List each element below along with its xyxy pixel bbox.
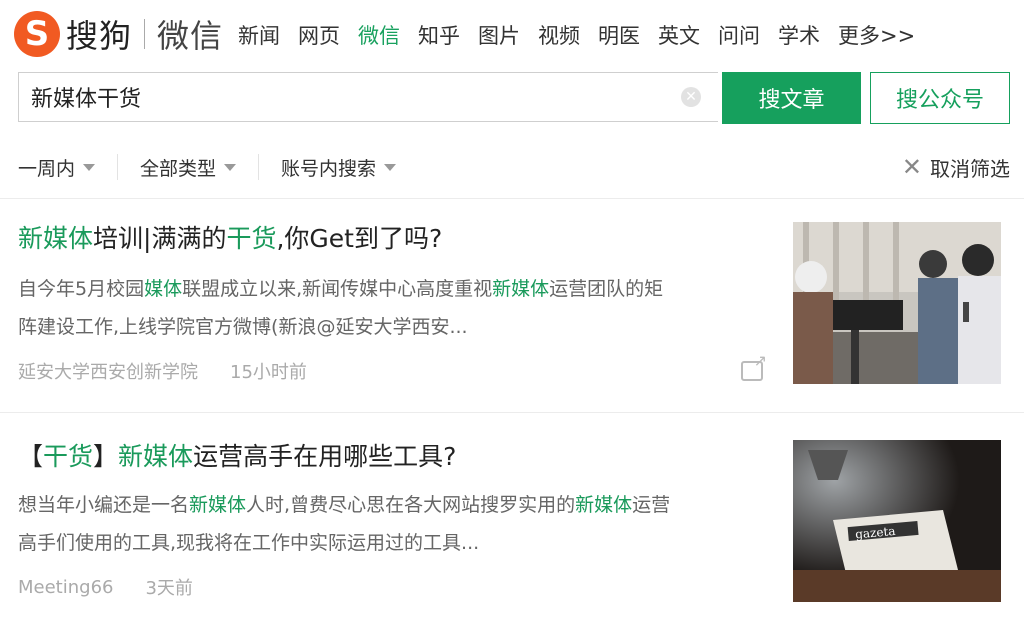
nav-web[interactable]: 网页: [298, 20, 340, 50]
search-input[interactable]: [19, 74, 673, 120]
nav-video[interactable]: 视频: [538, 20, 580, 50]
snippet-text: 人时,曾费尽心思在各大网站搜罗实用的: [246, 494, 576, 516]
result-source[interactable]: 延安大学西安创新学院: [18, 358, 198, 384]
title-highlight: 干货: [226, 224, 277, 253]
nav-english[interactable]: 英文: [658, 20, 700, 50]
nav-zhihu[interactable]: 知乎: [418, 20, 460, 50]
clear-filters-label: 取消筛选: [930, 156, 1010, 181]
nav-wenwen[interactable]: 问问: [718, 20, 760, 50]
title-text: ,你Get到了吗?: [276, 224, 443, 253]
snippet-text: 运营团队的矩: [549, 278, 664, 300]
snippet-highlight: 媒体: [144, 278, 183, 300]
result-meta: Meeting66 3天前: [18, 574, 763, 600]
nav-weixin[interactable]: 微信: [358, 20, 400, 50]
filter-divider: [117, 154, 119, 180]
chevron-down-icon: [384, 163, 397, 171]
account-search-label: 账号内搜索: [281, 157, 377, 180]
nav-more[interactable]: 更多>>: [838, 20, 915, 50]
chevron-down-icon: [224, 163, 237, 171]
camera-crew-photo: [793, 222, 1001, 384]
result-meta: 延安大学西安创新学院 15小时前: [18, 351, 767, 384]
logo-divider: [144, 19, 146, 49]
snippet-line: 高手们使用的工具,现我将在工作中实际运用过的工具...: [18, 532, 480, 554]
type-filter-label: 全部类型: [140, 157, 217, 180]
search-accounts-button[interactable]: 搜公众号: [870, 72, 1010, 124]
chevron-down-icon: [83, 163, 96, 171]
nav-news[interactable]: 新闻: [238, 20, 280, 50]
nav-scholar[interactable]: 学术: [778, 20, 820, 50]
snippet-text: 想当年小编还是一名: [18, 494, 190, 516]
nav-medical[interactable]: 明医: [598, 20, 640, 50]
newspaper-laptop-photo: gazeta: [793, 440, 1001, 602]
snippet-text: 联盟成立以来,新闻传媒中心高度重视: [182, 278, 493, 300]
type-filter-dropdown[interactable]: 全部类型: [140, 154, 237, 181]
sogou-logo-icon: S: [14, 11, 60, 57]
title-text: 运营高手在用哪些工具?: [193, 442, 457, 471]
snippet-highlight: 新媒体: [492, 278, 550, 300]
divider: [0, 198, 1024, 199]
filter-bar: 一周内 全部类型 账号内搜索 ✕ 取消筛选: [18, 150, 1010, 184]
search-articles-button[interactable]: 搜文章: [722, 72, 861, 124]
search-box: ✕: [18, 72, 718, 122]
title-highlight: 干货: [43, 442, 94, 471]
title-text: 】: [93, 442, 119, 471]
result-thumbnail[interactable]: [793, 222, 1001, 384]
nav-images[interactable]: 图片: [478, 20, 520, 50]
snippet-highlight: 新媒体: [575, 494, 633, 516]
result-snippet: 想当年小编还是一名新媒体人时,曾费尽心思在各大网站搜罗实用的新媒体运营 高手们使…: [18, 486, 763, 562]
close-icon: ✕: [901, 153, 922, 181]
result-thumbnail[interactable]: gazeta: [793, 440, 1001, 602]
filter-divider: [258, 154, 260, 180]
result-time: 15小时前: [230, 362, 307, 383]
vertical-nav: 新闻 网页 微信 知乎 图片 视频 明医 英文 问问 学术 更多>>: [238, 20, 933, 50]
snippet-highlight: 新媒体: [189, 494, 247, 516]
title-highlight: 新媒体: [118, 442, 194, 471]
sogou-weixin-logo[interactable]: S 搜狗 微信: [14, 8, 223, 60]
title-text: 【: [18, 442, 44, 471]
clear-search-icon[interactable]: ✕: [681, 87, 701, 107]
result-source[interactable]: Meeting66: [18, 577, 113, 598]
share-icon[interactable]: [741, 351, 767, 381]
title-highlight: 新媒体: [18, 224, 94, 253]
logo-product-text: 微信: [157, 17, 224, 55]
time-filter-dropdown[interactable]: 一周内: [18, 154, 96, 181]
time-filter-label: 一周内: [18, 157, 76, 180]
account-search-dropdown[interactable]: 账号内搜索: [281, 154, 397, 181]
snippet-text: 运营: [632, 494, 671, 516]
snippet-text: 自今年5月校园: [18, 278, 145, 300]
result-snippet: 自今年5月校园媒体联盟成立以来,新闻传媒中心高度重视新媒体运营团队的矩 阵建设工…: [18, 270, 763, 346]
clear-filters-button[interactable]: ✕ 取消筛选: [902, 153, 1010, 182]
snippet-line: 阵建设工作,上线学院官方微博(新浪@延安大学西安...: [18, 316, 468, 338]
result-time: 3天前: [145, 578, 193, 599]
divider: [0, 412, 1024, 413]
title-text: 培训|满满的: [93, 224, 227, 253]
logo-brand-text: 搜狗: [66, 17, 133, 55]
